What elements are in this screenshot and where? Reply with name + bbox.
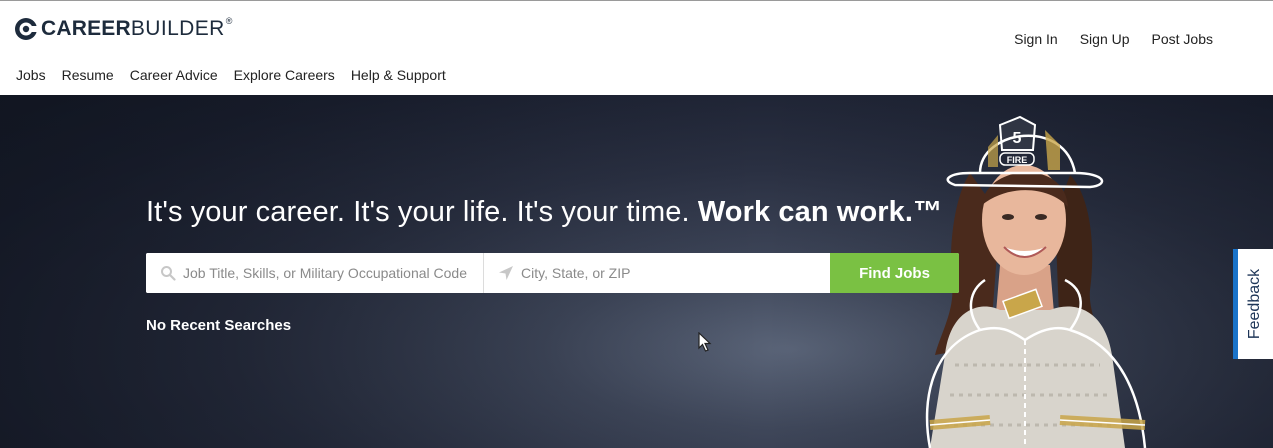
nav-item-resume[interactable]: Resume [62, 67, 114, 83]
tagline-bold: Work can work.™ [697, 196, 943, 228]
nav-item-jobs[interactable]: Jobs [16, 67, 46, 83]
logo-text-builder: BUILDER [130, 17, 225, 40]
sign-up-link[interactable]: Sign Up [1080, 31, 1130, 47]
mouse-cursor-icon [698, 332, 712, 352]
helmet-number: 5 [1013, 130, 1022, 147]
recent-searches-label: No Recent Searches [146, 317, 292, 334]
location-input[interactable] [484, 253, 830, 293]
post-jobs-link[interactable]: Post Jobs [1152, 31, 1213, 47]
location-arrow-icon [499, 266, 513, 280]
logo-text-career: CAREER [41, 17, 131, 40]
helmet-label: FIRE [1007, 155, 1028, 165]
nav-item-career-advice[interactable]: Career Advice [130, 67, 218, 83]
nav-item-help-support[interactable]: Help & Support [351, 67, 446, 83]
keywords-field [146, 253, 484, 293]
search-icon [161, 266, 176, 281]
job-search-form: Find Jobs [146, 253, 959, 293]
logo-wordmark: CAREERBUILDER [41, 17, 225, 41]
location-field [484, 253, 830, 293]
find-jobs-button[interactable]: Find Jobs [830, 253, 959, 293]
sign-in-link[interactable]: Sign In [1014, 31, 1058, 47]
registered-mark: ® [225, 16, 233, 26]
main-nav: Jobs Resume Career Advice Explore Career… [16, 67, 462, 83]
hero-tagline: It's your career. It's your life. It's y… [146, 196, 942, 229]
account-nav: Sign In Sign Up Post Jobs [992, 31, 1213, 47]
careerbuilder-logo-icon [15, 18, 37, 40]
hero-banner: 5 FIRE It's your career. It's your life.… [0, 95, 1273, 448]
keywords-input[interactable] [146, 253, 483, 293]
careerbuilder-logo[interactable]: CAREERBUILDER ® [14, 16, 232, 42]
feedback-tab[interactable]: Feedback [1233, 249, 1273, 359]
nav-item-explore-careers[interactable]: Explore Careers [234, 67, 335, 83]
feedback-label: Feedback [1246, 268, 1264, 340]
site-header: CAREERBUILDER ® Sign In Sign Up Post Job… [0, 1, 1273, 95]
tagline-light: It's your career. It's your life. It's y… [146, 196, 690, 228]
